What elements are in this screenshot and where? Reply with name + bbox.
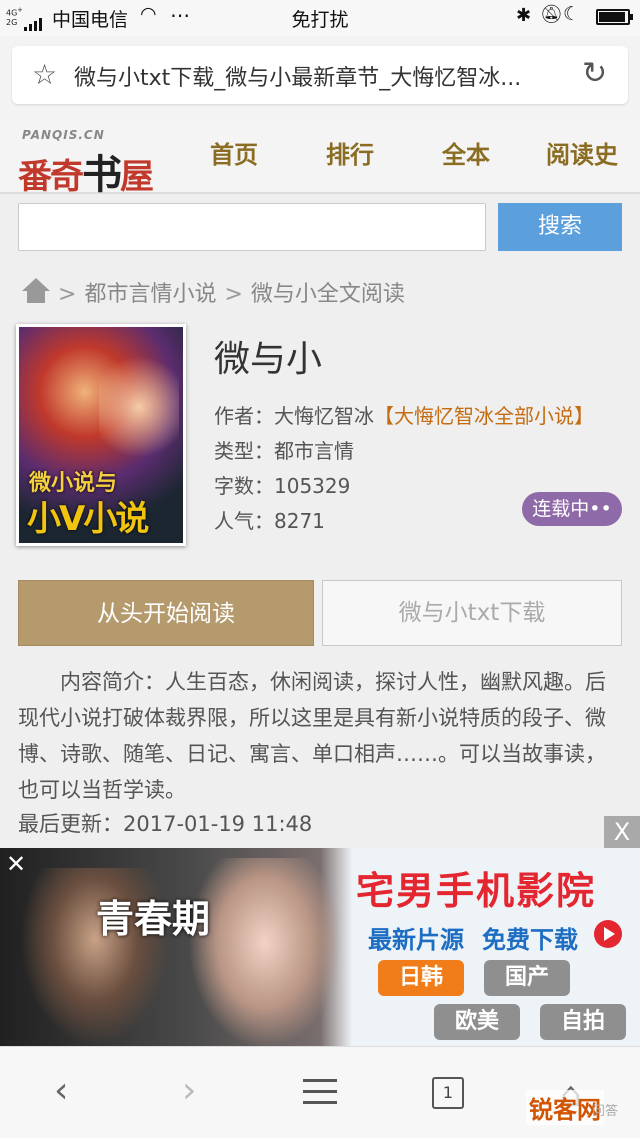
popularity-value: 8271	[274, 509, 325, 533]
words-row: 字数：105329	[214, 470, 350, 499]
nav-history[interactable]: 阅读史	[524, 118, 640, 194]
type-label: 类型：	[214, 439, 274, 463]
breadcrumb-category[interactable]: 都市言情小说	[84, 282, 216, 307]
popularity-row: 人气：8271	[214, 505, 325, 534]
browser-toolbar: ☆ 微与小txt下载_微与小最新章节_大悔忆智冰... ↻	[0, 36, 640, 118]
ad-headline: 宅男手机影院	[356, 869, 597, 913]
ad-tag[interactable]: 欧美	[434, 1004, 520, 1040]
search-button[interactable]: 搜索	[498, 203, 622, 251]
ad-subline-2: 免费下载	[482, 926, 578, 954]
search-input[interactable]	[18, 203, 486, 251]
tabs-counter-button[interactable]: 1	[432, 1077, 464, 1109]
book-synopsis: 内容简介：人生百态，休闲阅读，探讨人性，幽默风趣。后现代小说打破体裁界限，所以这…	[18, 670, 606, 802]
home-icon[interactable]	[22, 278, 50, 304]
bookmark-star-icon[interactable]: ☆	[32, 58, 57, 91]
nav-ranking[interactable]: 排行	[292, 118, 408, 194]
book-title: 微与小	[214, 339, 323, 380]
ad-youth-text: 青春期	[96, 896, 211, 941]
play-icon	[594, 920, 622, 948]
words-value: 105329	[274, 474, 351, 498]
ad-tag[interactable]: 国产	[484, 960, 570, 996]
nav-home[interactable]: 首页	[176, 118, 292, 194]
back-icon[interactable]: ‹	[54, 1071, 68, 1111]
ad-model-photo	[190, 858, 340, 1046]
moon-icon: ☾	[563, 3, 581, 25]
watermark-subtext: 问答	[592, 1104, 619, 1119]
ad-tag[interactable]: 日韩	[378, 960, 464, 996]
serialization-status-badge: 连载中••	[522, 492, 622, 526]
txt-download-button[interactable]: 微与小txt下载	[322, 580, 622, 646]
muted-bell-icon: 🔕︎	[540, 4, 563, 25]
type-row: 类型：都市言情	[214, 435, 354, 464]
menu-icon[interactable]	[303, 1079, 337, 1107]
site-logo[interactable]: PANQIS.CN 番奇书屋	[16, 124, 176, 198]
last-updated-value: 2017-01-19 11:48	[123, 812, 313, 836]
page-title-in-address-bar[interactable]: 微与小txt下载_微与小最新章节_大悔忆智冰...	[74, 60, 574, 92]
nav-complete[interactable]: 全本	[408, 118, 524, 194]
ad-close-button[interactable]: X	[604, 816, 640, 848]
words-label: 字数：	[214, 474, 274, 498]
last-updated: 最后更新：2017-01-19 11:48	[18, 808, 312, 838]
battery-icon	[596, 9, 633, 25]
breadcrumb-separator: >	[58, 282, 77, 307]
bluetooth-icon: ✱	[516, 5, 532, 26]
book-cover[interactable]: 微小说与 小V小说	[16, 324, 186, 546]
ad-tag[interactable]: 自拍	[540, 1004, 626, 1040]
logo-wordmark: 番奇书屋	[18, 151, 154, 198]
last-updated-label: 最后更新：	[18, 812, 123, 836]
type-value: 都市言情	[274, 439, 354, 463]
breadcrumb-separator: >	[224, 282, 243, 307]
cover-title-line2: 小V小说	[27, 499, 149, 539]
start-reading-button[interactable]: 从头开始阅读	[18, 580, 314, 646]
cover-artwork-highlight	[99, 347, 179, 467]
reload-icon[interactable]: ↻	[582, 56, 607, 91]
logo-domain-text: PANQIS.CN	[22, 128, 105, 142]
breadcrumb: > 都市言情小说 > 微与小全文阅读	[22, 276, 405, 310]
author-all-books-link[interactable]: 【大悔忆智冰全部小说】	[374, 404, 594, 428]
ad-dismiss-icon[interactable]: ✕	[6, 850, 26, 878]
address-bar[interactable]: ☆ 微与小txt下载_微与小最新章节_大悔忆智冰... ↻	[12, 46, 628, 104]
author-name: 大悔忆智冰	[274, 404, 374, 428]
ad-banner[interactable]: ✕ 青春期 宅男手机影院 最新片源 免费下载 日韩 国产 欧美 自拍	[0, 848, 640, 1046]
site-header: PANQIS.CN 番奇书屋 首页 排行 全本 阅读史	[0, 118, 640, 198]
author-label: 作者：	[214, 404, 274, 428]
ad-subline-1: 最新片源	[368, 926, 464, 954]
author-row: 作者：大悔忆智冰【大悔忆智冰全部小说】	[214, 400, 594, 429]
main-nav: 首页 排行 全本 阅读史	[176, 118, 640, 194]
status-bar: 4G+ 2G 中国电信 ◠ ⋯ 免打扰 ✱ 🔕︎ ☾	[0, 0, 640, 36]
popularity-label: 人气：	[214, 509, 274, 533]
breadcrumb-current[interactable]: 微与小全文阅读	[251, 282, 405, 307]
forward-icon[interactable]: ›	[182, 1071, 196, 1111]
